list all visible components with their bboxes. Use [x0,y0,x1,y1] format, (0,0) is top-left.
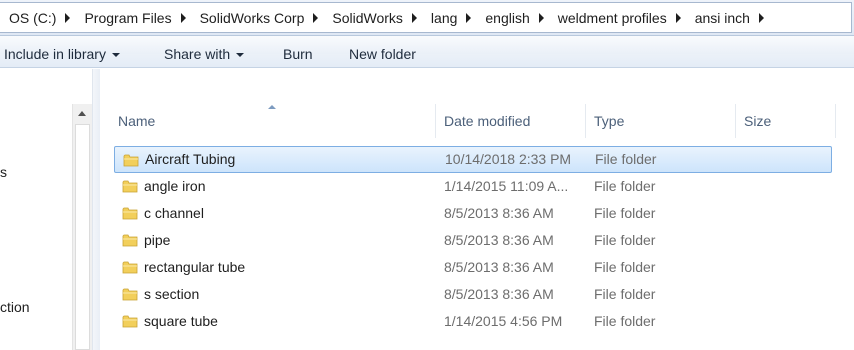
breadcrumb-ansi-inch[interactable]: ansi inch [689,3,772,32]
file-type: File folder [595,151,657,167]
breadcrumb-english[interactable]: english [479,3,551,32]
chevron-right-icon[interactable] [65,12,71,23]
breadcrumb-solidworks[interactable]: SolidWorks [326,3,425,32]
folder-icon [122,207,138,220]
file-row[interactable]: angle iron 1/14/2015 11:09 A... File fol… [114,173,832,200]
breadcrumb-os-c[interactable]: OS (C:) [3,3,78,32]
folder-icon [122,180,138,193]
breadcrumb-label: english [485,9,530,26]
file-type: File folder [594,286,656,302]
file-date-modified: 1/14/2015 11:09 A... [444,178,569,194]
file-date-modified: 8/5/2013 8:36 AM [444,259,554,275]
breadcrumb-label: OS (C:) [9,9,57,26]
file-name: pipe [144,232,171,248]
nav-item-partial[interactable]: ction [0,299,30,315]
chevron-right-icon[interactable] [675,12,681,23]
file-row[interactable]: s section 8/5/2013 8:36 AM File folder [114,281,832,308]
column-headers: Name Date modified Type Size [100,104,840,138]
folder-icon [122,288,138,301]
column-header-name[interactable]: Name [110,104,436,138]
command-bar-highlight [0,36,854,54]
chevron-right-icon[interactable] [466,12,472,23]
breadcrumb-label: weldment profiles [557,9,667,26]
folder-icon [122,261,138,274]
chevron-right-icon[interactable] [758,12,764,23]
address-bar: OS (C:) Program Files SolidWorks Corp So… [0,0,854,36]
burn-button[interactable]: Burn [283,41,313,67]
pane-splitter[interactable] [92,69,100,350]
breadcrumb-label: SolidWorks Corp [199,9,305,26]
column-header-type[interactable]: Type [586,104,736,138]
folder-icon [122,234,138,247]
breadcrumb-label: ansi inch [694,9,750,26]
file-type: File folder [594,259,656,275]
folder-icon [123,154,139,167]
burn-label: Burn [283,46,313,62]
chevron-right-icon[interactable] [411,12,417,23]
scrollbar-thumb[interactable] [75,124,90,350]
new-folder-button[interactable]: New folder [349,41,416,67]
breadcrumb-label: Program Files [84,9,172,26]
column-header-size[interactable]: Size [736,104,836,138]
file-date-modified: 8/5/2013 8:36 AM [444,286,554,302]
file-date-modified: 1/14/2015 4:56 PM [444,313,563,329]
file-type: File folder [594,178,656,194]
file-row[interactable]: pipe 8/5/2013 8:36 AM File folder [114,227,832,254]
column-header-label: Type [594,113,625,129]
file-type: File folder [594,232,656,248]
file-row[interactable]: rectangular tube 8/5/2013 8:36 AM File f… [114,254,832,281]
include-in-library-label: Include in library [4,46,106,62]
breadcrumb-label: SolidWorks [332,9,403,26]
caret-down-icon [236,52,245,57]
file-date-modified: 10/14/2018 2:33 PM [445,151,572,167]
file-name: angle iron [144,178,206,194]
column-header-label: Name [118,113,156,129]
caret-down-icon [111,52,120,57]
column-header-label: Size [744,113,772,129]
chevron-right-icon[interactable] [538,12,544,23]
breadcrumb-label: lang [430,9,458,26]
nav-scrollbar[interactable] [72,104,92,350]
breadcrumb[interactable]: OS (C:) Program Files SolidWorks Corp So… [0,2,852,33]
scroll-up-icon[interactable] [78,111,86,116]
file-name: c channel [144,205,204,221]
file-name: rectangular tube [144,259,246,275]
file-row[interactable]: c channel 8/5/2013 8:36 AM File folder [114,200,832,227]
breadcrumb-program-files[interactable]: Program Files [78,3,193,32]
file-row[interactable]: square tube 1/14/2015 4:56 PM File folde… [114,308,832,335]
file-type: File folder [594,205,656,221]
command-bar: Include in library Share with Burn New f… [0,36,854,68]
file-type: File folder [594,313,656,329]
share-with-button[interactable]: Share with [164,41,245,67]
column-header-label: Date modified [444,113,531,129]
breadcrumb-weldment-profiles[interactable]: weldment profiles [552,3,689,32]
chevron-right-icon[interactable] [313,12,319,23]
include-in-library-button[interactable]: Include in library [4,41,120,67]
chevron-right-icon[interactable] [180,12,186,23]
breadcrumb-lang[interactable]: lang [425,3,479,32]
file-name: square tube [144,313,218,329]
share-with-label: Share with [164,46,231,62]
nav-item-partial[interactable]: s [0,164,7,180]
breadcrumb-solidworks-corp[interactable]: SolidWorks Corp [194,3,327,32]
new-folder-label: New folder [349,46,416,62]
file-date-modified: 8/5/2013 8:36 AM [444,205,554,221]
file-row[interactable]: Aircraft Tubing 10/14/2018 2:33 PM File … [114,146,832,173]
file-name: Aircraft Tubing [145,151,236,167]
file-name: s section [144,286,200,302]
column-header-date-modified[interactable]: Date modified [436,104,586,138]
folder-icon [122,315,138,328]
file-date-modified: 8/5/2013 8:36 AM [444,232,554,248]
